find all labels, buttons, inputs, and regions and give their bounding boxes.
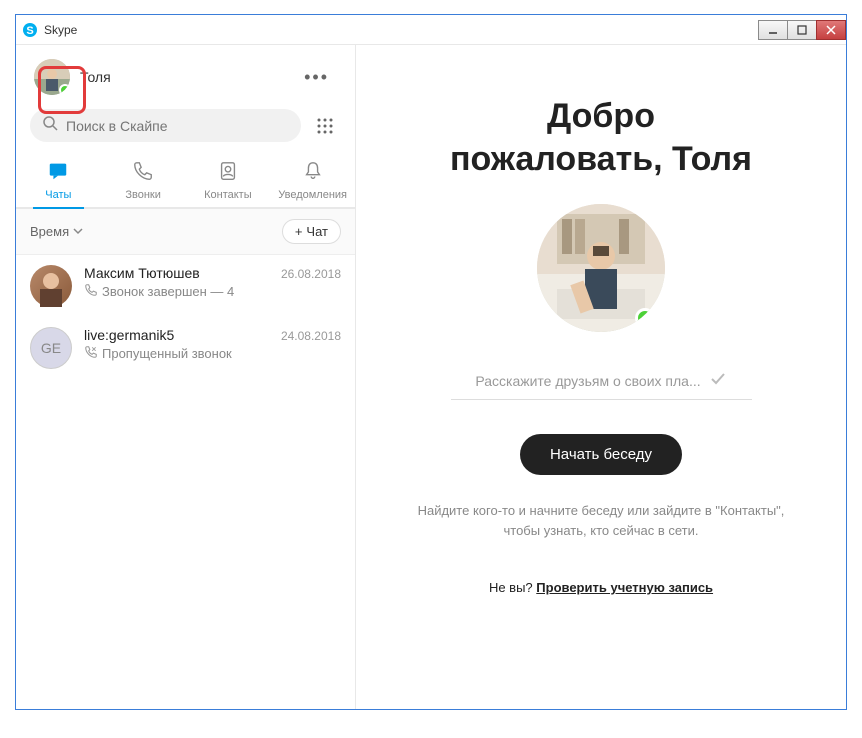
contact-avatar	[30, 265, 72, 307]
welcome-title-line2: пожаловать, Толя	[450, 140, 752, 178]
chat-item[interactable]: Максим Тютюшев 26.08.2018 Звонок заверше…	[16, 255, 355, 317]
not-you-row: Не вы? Проверить учетную запись	[489, 580, 713, 595]
title-bar: S Skype	[16, 15, 846, 45]
phone-icon	[132, 160, 154, 187]
presence-online-icon	[59, 84, 70, 95]
chat-list: Максим Тютюшев 26.08.2018 Звонок заверше…	[16, 255, 355, 709]
more-button[interactable]: •••	[296, 63, 337, 92]
tab-notifications[interactable]: Уведомления	[270, 152, 355, 207]
chat-body: live:germanik5 24.08.2018 Пропущенный зв…	[84, 327, 341, 369]
plus-icon: +	[295, 224, 303, 239]
search-icon	[42, 115, 58, 136]
chat-date: 26.08.2018	[281, 267, 341, 281]
new-chat-label: Чат	[306, 224, 328, 239]
search-row	[16, 105, 355, 152]
new-chat-button[interactable]: + Чат	[282, 219, 341, 244]
skype-logo-icon: S	[22, 22, 38, 38]
not-you-prefix: Не вы?	[489, 580, 536, 595]
tab-calls[interactable]: Звонки	[101, 152, 186, 207]
chat-name: Максим Тютюшев	[84, 265, 200, 281]
window-controls	[759, 20, 846, 40]
main-pane: Добро пожаловать, Толя	[356, 45, 846, 709]
chat-item[interactable]: GE live:germanik5 24.08.2018 Пропущенный…	[16, 317, 355, 379]
missed-call-icon	[84, 345, 98, 362]
presence-online-icon	[635, 308, 655, 328]
tab-label: Уведомления	[278, 189, 347, 201]
bell-icon	[302, 160, 324, 187]
status-input[interactable]: Расскажите друзьям о своих пла...	[451, 362, 752, 400]
svg-text:S: S	[26, 25, 33, 37]
skype-window: S Skype Толя •••	[15, 14, 847, 710]
filter-row: Время + Чат	[16, 209, 355, 255]
sidebar: Толя ••• Чаты Звонки	[16, 45, 356, 709]
filter-dropdown[interactable]: Время	[30, 224, 83, 239]
welcome-hint: Найдите кого-то и начните беседу или зай…	[411, 501, 791, 540]
tab-chats[interactable]: Чаты	[16, 152, 101, 207]
chat-name: live:germanik5	[84, 327, 174, 343]
tab-label: Чаты	[45, 189, 71, 201]
profile-row: Толя •••	[16, 45, 355, 105]
chat-subtitle: Пропущенный звонок	[102, 346, 232, 361]
call-icon	[84, 283, 98, 300]
chat-date: 24.08.2018	[281, 329, 341, 343]
close-button[interactable]	[816, 20, 846, 40]
tabs: Чаты Звонки Контакты Уведомления	[16, 152, 355, 209]
check-account-link[interactable]: Проверить учетную запись	[536, 580, 713, 595]
maximize-button[interactable]	[787, 20, 817, 40]
window-title: Skype	[44, 23, 759, 37]
chat-body: Максим Тютюшев 26.08.2018 Звонок заверше…	[84, 265, 341, 307]
tab-contacts[interactable]: Контакты	[186, 152, 271, 207]
search-input[interactable]	[66, 118, 289, 134]
user-avatar[interactable]	[34, 59, 70, 95]
chat-subtitle: Звонок завершен — 4	[102, 284, 234, 299]
welcome-avatar[interactable]	[537, 204, 665, 332]
chevron-down-icon	[73, 224, 83, 239]
search-box[interactable]	[30, 109, 301, 142]
chat-icon	[47, 160, 69, 187]
tab-label: Звонки	[125, 189, 161, 201]
minimize-button[interactable]	[758, 20, 788, 40]
contact-avatar: GE	[30, 327, 72, 369]
dialpad-button[interactable]	[309, 110, 341, 142]
contacts-icon	[217, 160, 239, 187]
filter-label-text: Время	[30, 224, 69, 239]
check-icon	[709, 370, 727, 391]
app-body: Толя ••• Чаты Звонки	[16, 45, 846, 709]
status-placeholder: Расскажите друзьям о своих пла...	[475, 373, 700, 389]
profile-name[interactable]: Толя	[80, 69, 296, 85]
welcome-title: Добро пожаловать, Толя	[450, 95, 752, 180]
start-conversation-button[interactable]: Начать беседу	[520, 434, 682, 475]
tab-label: Контакты	[204, 189, 252, 201]
welcome-title-line1: Добро	[547, 97, 655, 135]
